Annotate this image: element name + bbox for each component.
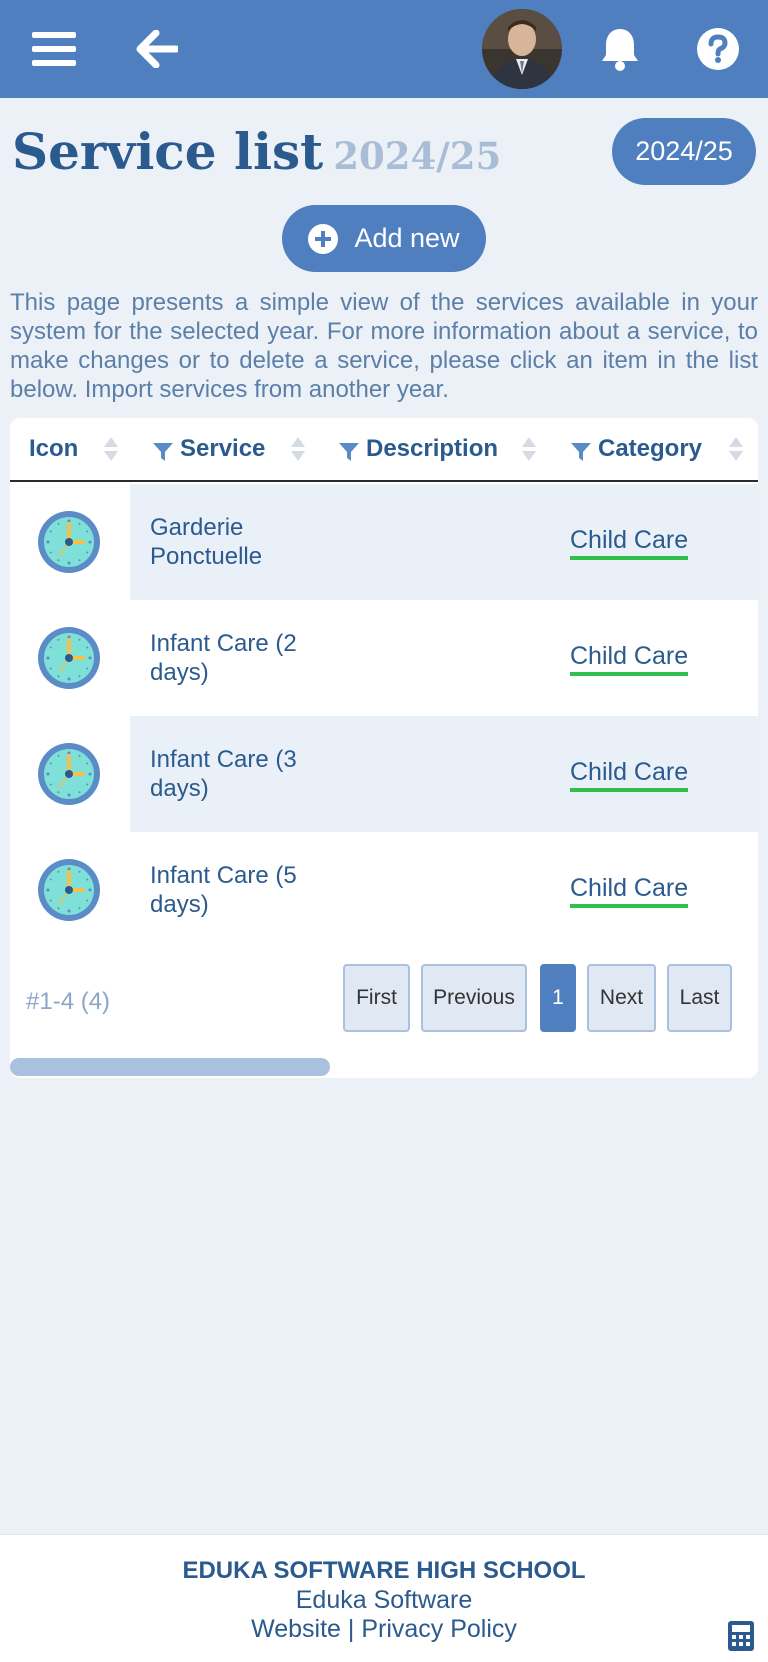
page-title: Service list 2024/25 xyxy=(12,122,501,181)
clock-icon xyxy=(38,511,100,573)
page-title-text: Service list xyxy=(12,122,324,181)
hamburger-menu-icon[interactable] xyxy=(14,9,94,89)
filter-icon[interactable] xyxy=(570,441,592,463)
category-link[interactable]: Child Care xyxy=(570,832,689,948)
category-link[interactable]: Child Care xyxy=(570,484,689,600)
bell-icon[interactable] xyxy=(580,9,660,89)
sort-icon[interactable] xyxy=(520,434,538,464)
horizontal-scrollbar[interactable] xyxy=(10,1058,330,1076)
table-header: Icon Service Description Category xyxy=(10,418,758,482)
pagination-last-button[interactable]: Last xyxy=(667,964,732,1032)
clock-icon xyxy=(38,743,100,805)
services-table-card: Icon Service Description Category Garder… xyxy=(10,418,758,1078)
service-name: Infant Care (3 days) xyxy=(150,746,297,802)
filter-icon[interactable] xyxy=(152,441,174,463)
table-row[interactable]: Garderie Ponctuelle Child Care xyxy=(10,484,758,600)
pagination-previous-button[interactable]: Previous xyxy=(421,964,527,1032)
table-row[interactable]: Infant Care (5 days) Child Care xyxy=(10,832,758,948)
back-arrow-icon[interactable] xyxy=(117,9,197,89)
sort-icon[interactable] xyxy=(102,434,120,464)
category-link[interactable]: Child Care xyxy=(570,716,689,832)
sort-icon[interactable] xyxy=(289,434,307,464)
user-avatar[interactable] xyxy=(482,9,562,89)
service-name: Infant Care (5 days) xyxy=(150,862,297,918)
footer-school-name: EDUKA SOFTWARE HIGH SCHOOL xyxy=(182,1557,586,1584)
clock-icon xyxy=(38,859,100,921)
plus-circle-icon xyxy=(308,223,339,254)
website-link[interactable]: Website xyxy=(251,1615,341,1643)
year-selector-button[interactable]: 2024/25 xyxy=(612,118,756,185)
top-bar xyxy=(0,0,768,98)
record-count: #1-4 (4) xyxy=(26,988,111,1015)
footer-link-separator: | xyxy=(347,1615,355,1643)
footer-links: Website | Privacy Policy xyxy=(0,1615,768,1644)
column-header-category[interactable]: Category xyxy=(570,418,702,480)
table-row[interactable]: Infant Care (3 days) Child Care xyxy=(10,716,758,832)
pagination-first-button[interactable]: First xyxy=(343,964,410,1032)
clock-icon xyxy=(38,627,100,689)
intro-text: This page presents a simple view of the … xyxy=(10,289,758,403)
footer: EDUKA SOFTWARE HIGH SCHOOL Eduka Softwar… xyxy=(0,1534,768,1662)
footer-company-name: Eduka Software xyxy=(295,1586,473,1614)
column-header-description[interactable]: Description xyxy=(338,418,498,480)
add-new-button[interactable]: Add new xyxy=(282,205,486,272)
column-header-service[interactable]: Service xyxy=(152,418,265,480)
calculator-icon[interactable] xyxy=(728,1621,754,1651)
service-name: Garderie Ponctuelle xyxy=(150,514,263,570)
add-new-label: Add new xyxy=(354,223,460,253)
page-title-year: 2024/25 xyxy=(333,134,502,178)
column-header-icon[interactable]: Icon xyxy=(29,418,78,480)
pagination-page-1-button[interactable]: 1 xyxy=(540,964,576,1032)
category-link[interactable]: Child Care xyxy=(570,600,689,716)
privacy-policy-link[interactable]: Privacy Policy xyxy=(361,1615,517,1643)
pagination-next-button[interactable]: Next xyxy=(587,964,656,1032)
service-name: Infant Care (2 days) xyxy=(150,630,297,686)
sort-icon[interactable] xyxy=(727,434,745,464)
title-row: Service list 2024/25 2024/25 xyxy=(12,118,756,198)
help-question-icon[interactable] xyxy=(678,9,758,89)
table-row[interactable]: Infant Care (2 days) Child Care xyxy=(10,600,758,716)
filter-icon[interactable] xyxy=(338,441,360,463)
